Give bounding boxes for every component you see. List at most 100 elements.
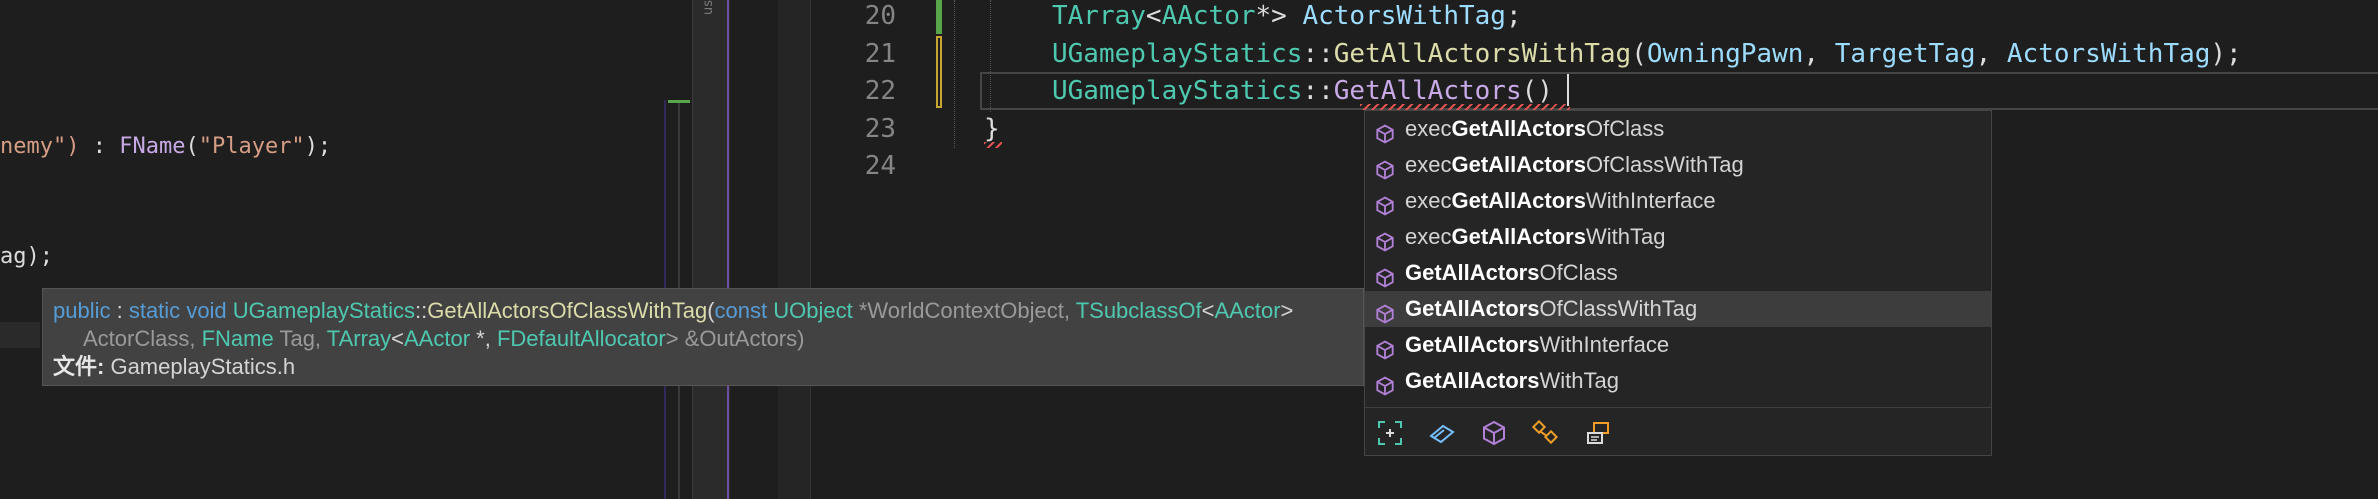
autocomplete-popup[interactable]: execGetAllActorsOfClass execGetAllActorsO… xyxy=(1364,110,1992,456)
autocomplete-item[interactable]: GetAllActorsWithInterface xyxy=(1365,327,1991,363)
left-sep: : xyxy=(79,134,120,159)
method-icon xyxy=(1375,263,1395,288)
left-open: ( xyxy=(185,134,199,159)
code-token: ActorsWithTag xyxy=(2006,38,2211,69)
item-prefix: exec xyxy=(1405,188,1452,213)
tt-file-name: GameplayStatics.h xyxy=(110,354,296,379)
middle-pane xyxy=(730,0,779,499)
enum-icon[interactable] xyxy=(1427,418,1457,448)
code-token: , xyxy=(1803,38,1835,69)
class-icon[interactable] xyxy=(1531,418,1561,448)
code-token: :: xyxy=(1302,38,1334,69)
item-match: GetAllActors xyxy=(1405,368,1540,393)
item-prefix: exec xyxy=(1405,116,1452,141)
tt-function: GetAllActorsOfClassWithTag xyxy=(427,298,708,323)
item-suffix: WithInterface xyxy=(1539,332,1670,357)
item-suffix: OfClass xyxy=(1585,116,1665,141)
tt-aactor2: AActor xyxy=(404,326,471,351)
tt-star: *, xyxy=(470,326,497,351)
indent-guide xyxy=(954,0,955,148)
left-str-enemy: nemy") xyxy=(0,134,80,159)
line-number: 20 xyxy=(864,1,896,31)
item-match: GetAllActors xyxy=(1405,260,1540,285)
item-match: GetAllActors xyxy=(1405,332,1540,357)
tt-scope: :: xyxy=(414,298,428,323)
left-code-line-player: nemy") : FName("Player"); xyxy=(0,134,331,159)
tt-gt: > xyxy=(1280,298,1294,323)
item-suffix: OfClassWithTag xyxy=(1539,296,1698,321)
method-icon xyxy=(1375,299,1395,324)
method-icon xyxy=(1375,227,1395,252)
left-change-marker xyxy=(668,100,690,103)
item-match: GetAllActors xyxy=(1451,116,1586,141)
code-token: TArray xyxy=(1052,1,1146,31)
item-match: GetAllActors xyxy=(1451,224,1586,249)
tooltip-signature-line1: public : static void UGameplayStatics::G… xyxy=(53,297,1353,325)
left-current-line xyxy=(0,322,40,348)
method-icon[interactable] xyxy=(1479,418,1509,448)
code-token: ( xyxy=(1631,38,1647,69)
select-all-icon[interactable] xyxy=(1375,418,1405,448)
item-match: GetAllActors xyxy=(1451,188,1586,213)
code-token: AActor xyxy=(1161,1,1256,31)
autocomplete-item[interactable]: GetAllActorsOfClassWithTag xyxy=(1365,291,1991,327)
left-close: ); xyxy=(304,134,332,159)
method-icon xyxy=(1375,119,1395,144)
tt-param3: Tag, xyxy=(279,326,322,351)
tt-tsubclass: TSubclassOf xyxy=(1075,298,1202,323)
tt-tarray: TArray xyxy=(326,326,392,351)
autocomplete-filter-bar xyxy=(1365,408,1991,458)
left-code-line-tag: ag); xyxy=(0,244,53,269)
code-token: :: xyxy=(1302,76,1334,106)
tt-param4: > &OutActors) xyxy=(665,326,805,351)
item-match: GetAllActors xyxy=(1405,296,1540,321)
code-line[interactable]: UGameplayStatics::GetAllActorsWithTag(Ow… xyxy=(1052,35,2242,73)
purple-marker-line xyxy=(727,0,729,499)
tooltip-signature-line2: ActorClass, FName Tag, TArray<AActor *, … xyxy=(53,325,1353,353)
tt-colon: : xyxy=(110,298,129,323)
item-match: GetAllActors xyxy=(1451,152,1586,177)
change-marker-saved xyxy=(936,0,942,34)
autocomplete-item[interactable]: execGetAllActorsOfClassWithTag xyxy=(1365,147,1991,183)
code-token: , xyxy=(1975,38,2007,69)
editor-margin-strip xyxy=(778,0,811,499)
line-number: 24 xyxy=(864,151,896,181)
tt-uobject: UObject xyxy=(773,298,853,323)
code-token: *> xyxy=(1255,1,1303,31)
item-prefix: exec xyxy=(1405,224,1452,249)
code-line[interactable]: TArray<AActor*> ActorsWithTag; xyxy=(1052,0,1522,35)
item-suffix: WithTag xyxy=(1539,368,1619,393)
code-token: UGameplayStatics xyxy=(1052,76,1303,106)
code-token: ActorsWithTag xyxy=(1302,1,1506,31)
method-icon xyxy=(1375,191,1395,216)
item-suffix: WithInterface xyxy=(1585,188,1716,213)
autocomplete-item[interactable]: GetAllActorsOfClass xyxy=(1365,255,1991,291)
split-bar-label: us xyxy=(701,0,716,16)
method-icon xyxy=(1375,155,1395,180)
autocomplete-item[interactable]: execGetAllActorsWithInterface xyxy=(1365,183,1991,219)
code-token: OwningPawn xyxy=(1646,38,1804,69)
tt-class: UGameplayStatics xyxy=(232,298,415,323)
autocomplete-list[interactable]: execGetAllActorsOfClass execGetAllActorsO… xyxy=(1365,111,1991,399)
code-token: GetAllActorsWithTag xyxy=(1333,38,1632,69)
line-number: 21 xyxy=(864,38,896,69)
tt-file-label: 文件: xyxy=(53,354,105,379)
code-token: GetAllActors xyxy=(1333,76,1522,106)
tt-const: const xyxy=(714,298,768,323)
tt-public: public xyxy=(53,298,111,323)
tt-allocator: FDefaultAllocator xyxy=(496,326,666,351)
left-editor-pane[interactable]: nemy") : FName("Player"); ag); xyxy=(0,0,692,499)
autocomplete-item[interactable]: GetAllActorsWithTag xyxy=(1365,363,1991,399)
tt-param1: *WorldContextObject, xyxy=(858,298,1070,323)
code-token: ); xyxy=(2210,38,2242,69)
autocomplete-item[interactable]: execGetAllActorsWithTag xyxy=(1365,219,1991,255)
indent-guide xyxy=(990,0,991,112)
autocomplete-item[interactable]: execGetAllActorsOfClass xyxy=(1365,111,1991,147)
split-bar[interactable]: us xyxy=(692,0,732,499)
left-str-player: "Player" xyxy=(198,134,305,159)
tt-void: void xyxy=(186,298,227,323)
snippet-icon[interactable] xyxy=(1583,418,1613,448)
code-token: UGameplayStatics xyxy=(1052,38,1303,69)
line-number: 23 xyxy=(864,113,896,144)
item-prefix: exec xyxy=(1405,152,1452,177)
